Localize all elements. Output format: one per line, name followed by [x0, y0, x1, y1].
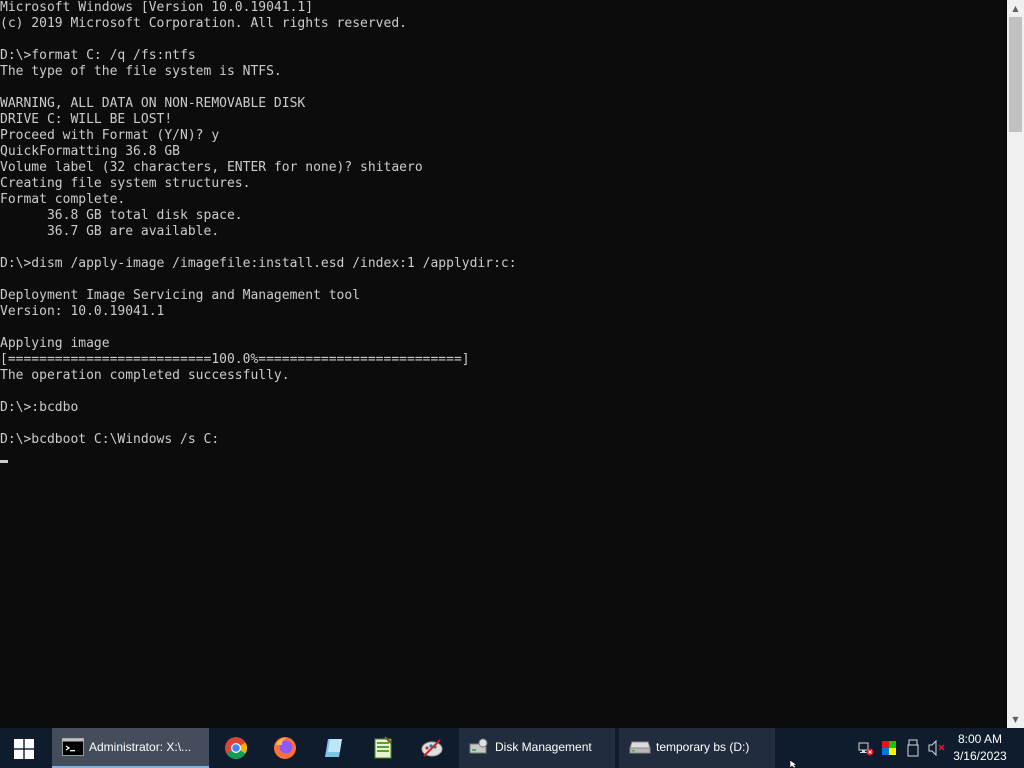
- start-button[interactable]: [0, 728, 48, 768]
- console-line: D:\>:bcdbo: [0, 400, 79, 415]
- windows-logo-icon: [14, 739, 34, 759]
- console-line: The operation completed successfully.: [0, 368, 290, 383]
- scroll-down-arrow-icon[interactable]: ▼: [1007, 711, 1024, 728]
- notepad-icon[interactable]: [322, 736, 346, 760]
- cmd-icon: [62, 738, 84, 756]
- console-scrollbar[interactable]: ▲ ▼: [1007, 0, 1024, 728]
- task-label-cmd: Administrator: X:\...: [89, 740, 192, 754]
- color-icon[interactable]: [881, 740, 897, 756]
- clock-date: 3/16/2023: [953, 749, 1007, 763]
- clock-time: 8:00 AM: [957, 732, 1003, 746]
- console-line: The type of the file system is NTFS.: [0, 64, 282, 79]
- console-line: Deployment Image Servicing and Managemen…: [0, 288, 361, 303]
- console-line: 36.7 GB are available.: [0, 224, 220, 239]
- console-line: [==========================100.0%=======…: [0, 352, 470, 367]
- console-line: Microsoft Windows [Version 10.0.19041.1]: [0, 0, 314, 15]
- chrome-icon[interactable]: [224, 736, 248, 760]
- task-label-disk-management: Disk Management: [495, 740, 592, 754]
- console-line: D:\>dism /apply-image /imagefile:install…: [0, 256, 517, 271]
- console-line: Applying image: [0, 336, 110, 351]
- text-cursor: [0, 460, 8, 463]
- console-line: 36.8 GB total disk space.: [0, 208, 243, 223]
- console-line: Volume label (32 characters, ENTER for n…: [0, 160, 423, 175]
- firefox-icon[interactable]: [273, 736, 297, 760]
- console-line: Version: 10.0.19041.1: [0, 304, 165, 319]
- console-line: Format complete.: [0, 192, 126, 207]
- console-line: D:\>format C: /q /fs:ntfs: [0, 48, 196, 63]
- task-label-drive: temporary bs (D:): [656, 740, 750, 754]
- usb-icon[interactable]: [906, 739, 920, 757]
- task-button-drive[interactable]: temporary bs (D:): [619, 728, 775, 768]
- console-line: DRIVE C: WILL BE LOST!: [0, 112, 173, 127]
- task-button-disk-management[interactable]: Disk Management: [459, 728, 615, 768]
- console-line: Proceed with Format (Y/N)? y: [0, 128, 220, 143]
- console-line: Creating file system structures.: [0, 176, 251, 191]
- drive-icon: [629, 741, 651, 754]
- console-line: QuickFormatting 36.8 GB: [0, 144, 181, 159]
- console-line: WARNING, ALL DATA ON NON-REMOVABLE DISK: [0, 96, 306, 111]
- scroll-up-arrow-icon[interactable]: ▲: [1007, 0, 1024, 17]
- mouse-pointer-icon: [790, 760, 798, 768]
- spreadsheet-icon[interactable]: [371, 736, 395, 760]
- scroll-thumb[interactable]: [1009, 17, 1022, 132]
- console-output: Microsoft Windows [Version 10.0.19041.1]…: [0, 0, 517, 448]
- task-button-cmd[interactable]: Administrator: X:\...: [52, 728, 209, 768]
- tray-clock[interactable]: 8:00 AM 3/16/2023: [950, 731, 1010, 765]
- paint-icon[interactable]: [420, 736, 444, 760]
- volume-muted-icon[interactable]: [928, 740, 946, 756]
- console-line: D:\>bcdboot C:\Windows /s C:: [0, 432, 220, 447]
- taskbar: Administrator: X:\... Disk Management te…: [0, 728, 1024, 768]
- console-window[interactable]: Microsoft Windows [Version 10.0.19041.1]…: [0, 0, 1007, 728]
- disk-management-icon: [469, 738, 488, 754]
- console-line: (c) 2019 Microsoft Corporation. All righ…: [0, 16, 407, 31]
- network-icon[interactable]: [858, 740, 874, 756]
